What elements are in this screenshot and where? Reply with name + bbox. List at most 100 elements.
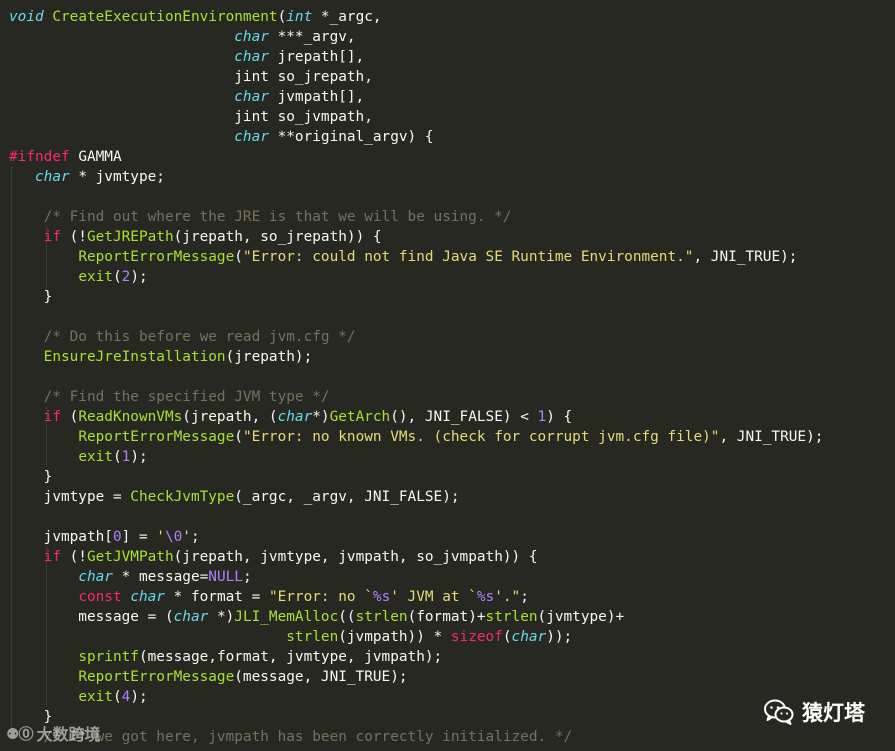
code-token: int <box>286 9 313 25</box>
code-token: CreateExecutionEnvironment <box>52 9 278 25</box>
code-token: ReportErrorMessage <box>78 249 235 265</box>
code-token: /* If we got here, jvmpath has been corr… <box>43 729 573 745</box>
code-line[interactable]: jint so_jvmpath, <box>9 107 373 127</box>
code-line[interactable]: sprintf(message,format, jvmtype, jvmpath… <box>9 647 442 667</box>
code-line[interactable]: void CreateExecutionEnvironment(int *_ar… <box>9 7 382 27</box>
code-line[interactable]: char jvmpath[], <box>9 87 364 107</box>
code-token: (jvmpath)) * <box>338 629 451 645</box>
code-line[interactable]: ReportErrorMessage("Error: no known VMs.… <box>9 427 823 447</box>
code-token: const <box>78 589 122 605</box>
code-token: jint so_jvmpath, <box>9 109 373 125</box>
code-token: ] = <box>121 529 157 545</box>
code-token: jvmpath[], <box>268 89 365 105</box>
code-token: ReportErrorMessage <box>78 669 235 685</box>
code-line[interactable]: } <box>9 287 53 307</box>
code-token: jint so_jrepath, <box>9 69 373 85</box>
code-line[interactable]: exit(1); <box>9 447 147 467</box>
code-line[interactable]: ReportErrorMessage("Error: could not fin… <box>9 247 797 267</box>
code-token: char <box>277 409 313 425</box>
code-token: CheckJvmType <box>130 489 235 505</box>
code-token: ' JVM at ` <box>390 589 477 605</box>
code-line[interactable]: char * message=NULL; <box>9 567 252 587</box>
code-token: )); <box>546 629 573 645</box>
code-line[interactable]: strlen(jvmpath)) * sizeof(char)); <box>9 627 572 647</box>
code-line[interactable]: char jrepath[], <box>9 47 364 67</box>
code-line[interactable]: char **original_argv) { <box>9 127 433 147</box>
code-line[interactable]: char ***_argv, <box>9 27 355 47</box>
code-token: ( <box>502 629 512 645</box>
code-line[interactable]: jint so_jrepath, <box>9 67 373 87</box>
code-editor[interactable]: void CreateExecutionEnvironment(int *_ar… <box>0 0 895 751</box>
code-token: /* Find the specified JVM type */ <box>43 389 330 405</box>
code-line[interactable]: EnsureJreInstallation(jrepath); <box>9 347 313 367</box>
code-line[interactable]: /* Do this before we read jvm.cfg */ <box>9 327 356 347</box>
watermark-dashuju: ⚉⓪ 大数跨境 <box>6 721 100 745</box>
code-token: , JNI_TRUE); <box>719 429 824 445</box>
watermark-dashuju-text: 大数跨境 <box>36 725 101 744</box>
code-line[interactable]: char * jvmtype; <box>9 167 165 187</box>
code-token: char <box>234 29 269 45</box>
code-token: if <box>43 409 61 425</box>
code-line[interactable]: ReportErrorMessage(message, JNI_TRUE); <box>9 667 408 687</box>
code-line[interactable]: #ifndef GAMMA <box>9 147 122 167</box>
watermark-yuandengta: 猿灯塔 <box>764 697 865 727</box>
code-token: (message, JNI_TRUE); <box>234 669 408 685</box>
code-token: char <box>130 589 165 605</box>
code-token: ( <box>112 449 122 465</box>
code-token: (_argc, _argv, JNI_FALSE); <box>234 489 460 505</box>
code-line[interactable]: if (!GetJVMPath(jrepath, jvmtype, jvmpat… <box>9 547 538 567</box>
code-token: \0 <box>164 529 183 545</box>
code-token: ; <box>242 569 252 585</box>
code-token: (jrepath, so_jrepath)) { <box>173 229 382 245</box>
code-token: if <box>43 229 61 245</box>
code-token: 2 <box>121 269 131 285</box>
code-token: (message,format, jvmtype, jvmpath); <box>138 649 443 665</box>
code-line[interactable]: message = (char *)JLI_MemAlloc((strlen(f… <box>9 607 624 627</box>
dashuju-logo-icon: ⚉⓪ <box>6 724 33 743</box>
code-line[interactable]: jvmtype = CheckJvmType(_argc, _argv, JNI… <box>9 487 460 507</box>
code-token: jvmpath[ <box>9 529 113 545</box>
code-token: NULL <box>208 569 243 585</box>
code-token: 1 <box>537 409 547 425</box>
code-token: char <box>234 129 269 145</box>
code-line[interactable]: exit(2); <box>9 267 147 287</box>
code-token: (jvmtype)+ <box>537 609 625 625</box>
code-line[interactable]: if (ReadKnownVMs(jrepath, (char*)GetArch… <box>9 407 573 427</box>
code-token: *) <box>312 409 330 425</box>
code-line[interactable]: } <box>9 467 53 487</box>
code-token: GetJVMPath <box>86 549 174 565</box>
code-line[interactable]: if (!GetJREPath(jrepath, so_jrepath)) { <box>9 227 382 247</box>
code-token: char <box>234 89 269 105</box>
code-token: /* Do this before we read jvm.cfg */ <box>43 329 356 345</box>
code-line[interactable]: const char * format = "Error: no `%s' JV… <box>9 587 529 607</box>
code-line[interactable]: /* Find the specified JVM type */ <box>9 387 330 407</box>
code-line[interactable]: exit(4); <box>9 687 147 707</box>
code-token: ; <box>190 529 200 545</box>
code-token: '." <box>494 589 521 605</box>
code-token: JLI_MemAlloc <box>234 609 339 625</box>
code-token: char <box>35 169 70 185</box>
code-line[interactable]: jvmpath[0] = '\0'; <box>9 527 200 547</box>
code-token: (format)+ <box>407 609 486 625</box>
code-token: ReportErrorMessage <box>78 429 235 445</box>
code-token: (jrepath, jvmtype, jvmpath, so_jvmpath))… <box>173 549 538 565</box>
code-line[interactable]: /* Find out where the JRE is that we wil… <box>9 207 512 227</box>
code-token: ( <box>112 689 122 705</box>
code-token: ( <box>277 9 287 25</box>
code-token: sprintf <box>78 649 139 665</box>
code-token: (! <box>60 229 87 245</box>
code-token: (jrepath); <box>225 349 313 365</box>
